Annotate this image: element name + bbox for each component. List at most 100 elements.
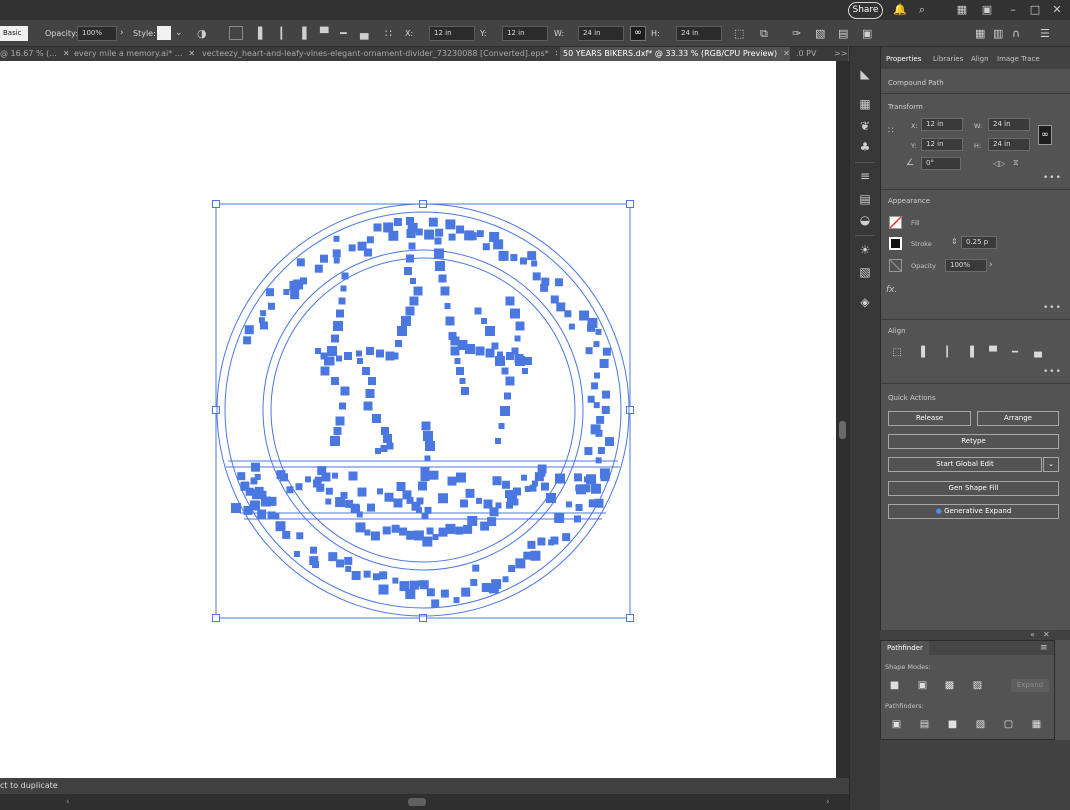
horizontal-scroll-thumb[interactable] (408, 798, 426, 806)
recolor-icon[interactable]: ◑ (197, 20, 207, 47)
color-panel-icon[interactable]: ☀ (858, 243, 872, 257)
collapse-icon[interactable]: « (1030, 630, 1035, 640)
artwork-compound-path[interactable] (0, 61, 836, 778)
distribute-icon[interactable]: ▥ (993, 20, 1003, 47)
stroke-panel-icon[interactable]: ≡ (858, 169, 872, 183)
align-bottom-icon[interactable]: ▄ (360, 20, 368, 47)
menu-icon[interactable]: ☰ (1040, 20, 1050, 47)
search-icon[interactable]: ⌕ (915, 3, 929, 17)
envelope-icon[interactable]: ▧ (815, 20, 825, 47)
canvas[interactable] (0, 61, 836, 778)
tab-doc-2[interactable]: every mile a memory.ai* ... ✕ (74, 47, 200, 61)
libraries-panel-icon[interactable]: ▦ (858, 97, 872, 111)
stepper-icon[interactable]: ⇕ (951, 237, 958, 246)
close-icon[interactable]: ✕ (63, 49, 70, 58)
align-top-icon[interactable]: ▀ (987, 347, 999, 359)
style-swatch[interactable] (157, 26, 171, 40)
flip-vertical-icon[interactable]: ⧖ (1013, 158, 1019, 168)
w-field[interactable]: 24 in (578, 26, 624, 41)
trim-icon[interactable]: ▤ (919, 719, 930, 730)
horizontal-scrollbar[interactable]: ‹ › (0, 794, 849, 810)
minus-back-icon[interactable]: ▦ (1031, 719, 1042, 730)
y-field[interactable]: 12 in (502, 26, 548, 41)
tab-doc-1[interactable]: @ 16.67 % (... ✕ (0, 47, 72, 61)
tab-doc-3[interactable]: vecteezy_heart-and-leafy-vines-elegant-o… (202, 47, 557, 61)
close-icon[interactable]: ✕ (1043, 630, 1050, 640)
rotate-field[interactable]: 0° (921, 157, 961, 170)
chevron-down-icon[interactable]: ⌄ (1043, 457, 1059, 472)
stroke-profile-select[interactable]: Basic (0, 26, 28, 41)
reference-point-icon[interactable]: ∷ (385, 20, 392, 47)
generative-expand-button[interactable]: ● Generative Expand (888, 504, 1059, 519)
align-left-icon[interactable]: ▌ (919, 347, 931, 359)
close-icon[interactable]: ✕ (555, 49, 557, 58)
tab-image-trace[interactable]: Image Trace (997, 55, 1040, 63)
exclude-icon[interactable]: ▨ (972, 680, 983, 691)
share-button[interactable]: Share (848, 2, 883, 19)
gen-shape-fill-button[interactable]: Gen Shape Fill (888, 481, 1059, 496)
align-center-icon[interactable]: ┃ (278, 20, 285, 47)
align-to-icon[interactable]: ⬚ (891, 347, 903, 359)
align-top-icon[interactable]: ▀ (320, 20, 328, 47)
x-field[interactable]: 12 in (429, 26, 475, 41)
expand-button[interactable]: Expand (1011, 679, 1049, 692)
tab-pathfinder[interactable]: Pathfinder (881, 641, 929, 655)
opacity-field[interactable]: 100% (77, 26, 117, 41)
align-bottom-icon[interactable]: ▄ (1032, 347, 1044, 359)
workspace-icon[interactable]: ▦ (955, 3, 969, 17)
gradient-panel-icon[interactable]: ▤ (858, 192, 872, 206)
align-to-icon[interactable] (229, 26, 243, 40)
brushes-panel-icon[interactable]: ❦ (858, 119, 872, 133)
minimize-icon[interactable]: – (1006, 3, 1020, 17)
align-right-icon[interactable]: ▐ (298, 20, 306, 47)
align-center-icon[interactable]: ┃ (941, 347, 953, 359)
transform-icon[interactable]: ⬚ (734, 20, 744, 47)
tab-align[interactable]: Align (971, 55, 989, 63)
crop-icon[interactable]: ▣ (862, 20, 872, 47)
align-right-icon[interactable]: ▐ (964, 347, 976, 359)
align-middle-icon[interactable]: ━ (340, 20, 347, 47)
chevron-right-icon[interactable]: › (120, 20, 124, 47)
transform-y-field[interactable]: 12 in (921, 138, 963, 151)
transform-h-field[interactable]: 24 in (988, 138, 1030, 151)
unite-icon[interactable]: ■ (889, 680, 900, 691)
symbols-panel-icon[interactable]: ♣ (858, 140, 872, 154)
tab-doc-active[interactable]: 50 YEARS BIKERS.dxf* @ 33.33 % (RGB/CPU … (560, 47, 790, 61)
transform-w-field[interactable]: 24 in (988, 118, 1030, 131)
more-options-icon[interactable]: ••• (1043, 367, 1062, 377)
close-icon[interactable]: ✕ (783, 49, 790, 58)
outline-icon[interactable]: ▢ (1003, 719, 1014, 730)
more-options-icon[interactable]: ••• (1043, 173, 1062, 183)
scroll-right-icon[interactable]: › (826, 794, 830, 810)
align-left-icon[interactable]: ▌ (258, 20, 266, 47)
constrain-proportions-icon[interactable]: ∞ (1038, 125, 1052, 145)
opacity-field[interactable]: 100% (945, 259, 987, 272)
shape-icon[interactable]: ∩ (1012, 20, 1020, 47)
transparency-panel-icon[interactable]: ◒ (858, 213, 872, 227)
opacity-swatch[interactable] (889, 259, 902, 272)
retype-button[interactable]: Retype (888, 434, 1059, 449)
properties-panel-icon[interactable]: ◣ (858, 67, 872, 81)
fx-button[interactable]: fx. (886, 285, 897, 295)
image-trace-icon[interactable]: ▤ (838, 20, 848, 47)
fill-none-swatch[interactable] (889, 216, 902, 229)
bell-icon[interactable]: 🔔 (893, 3, 907, 17)
scroll-left-icon[interactable]: ‹ (66, 794, 70, 810)
puppet-warp-icon[interactable]: ✑ (792, 20, 801, 47)
export-panel-icon[interactable]: ▧ (858, 265, 872, 279)
vertical-scroll-thumb[interactable] (839, 421, 846, 439)
transform-x-field[interactable]: 12 in (921, 118, 963, 131)
flip-horizontal-icon[interactable]: ◁▷ (993, 159, 1005, 168)
h-field[interactable]: 24 in (676, 26, 722, 41)
tab-properties[interactable]: Properties (886, 55, 921, 63)
tabs-overflow-button[interactable]: >> (834, 47, 848, 61)
isolate-icon[interactable]: ⧉ (760, 20, 768, 47)
chevron-down-icon[interactable]: ⌄ (175, 20, 183, 47)
constrain-proportions-icon[interactable]: ∞ (630, 26, 646, 41)
merge-icon[interactable]: ■ (947, 719, 958, 730)
release-button[interactable]: Release (888, 411, 971, 426)
crop-icon[interactable]: ▧ (975, 719, 986, 730)
arrange-button[interactable]: Arrange (977, 411, 1059, 426)
stroke-weight-field[interactable]: 0.25 p (961, 236, 997, 249)
stroke-swatch[interactable] (889, 237, 902, 250)
